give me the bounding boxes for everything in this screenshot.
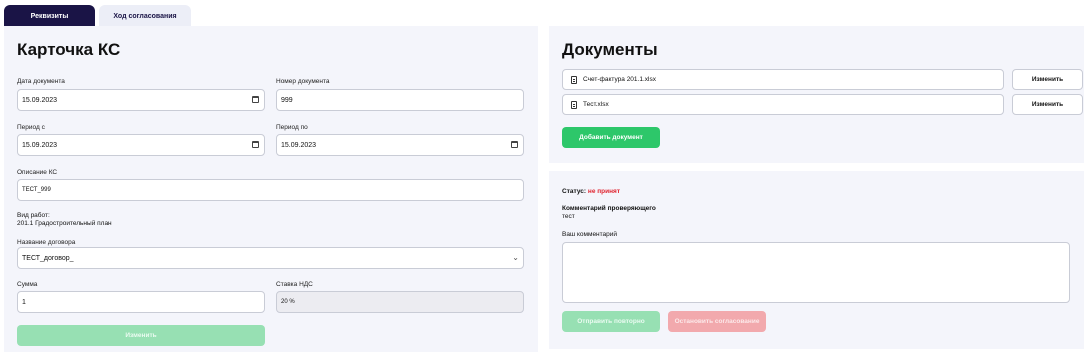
- tab-bar: Реквизиты Ход согласования: [4, 5, 191, 27]
- doc-number-input[interactable]: 999: [276, 89, 524, 111]
- doc-date-value: 15.09.2023: [22, 96, 58, 104]
- period-from-value: 15.09.2023: [22, 141, 58, 149]
- work-type-value: 201.1 Градостроительный план: [17, 220, 112, 227]
- vat-value: 20 %: [281, 299, 295, 305]
- page-title: Карточка КС: [17, 40, 121, 59]
- document-row[interactable]: Счет-фактура 201.1.xlsx: [562, 69, 1004, 90]
- reviewer-comment-label: Комментарий проверяющего: [562, 205, 656, 212]
- calendar-icon[interactable]: [252, 96, 259, 103]
- edit-document-button[interactable]: Изменить: [1012, 69, 1083, 90]
- status-label: Статус:: [562, 188, 587, 195]
- edit-document-button[interactable]: Изменить: [1012, 94, 1083, 115]
- file-icon: [571, 75, 577, 84]
- vat-field: 20 %: [276, 291, 524, 313]
- doc-number-label: Номер документа: [276, 78, 330, 85]
- contract-value: ТЕСТ_договор_: [22, 254, 74, 262]
- edit-card-button[interactable]: Изменить: [17, 325, 265, 346]
- description-input[interactable]: ТЕСТ_999: [17, 179, 524, 201]
- calendar-icon[interactable]: [252, 141, 259, 148]
- period-from-input[interactable]: 15.09.2023: [17, 134, 265, 156]
- document-row[interactable]: Тест.xlsx: [562, 94, 1004, 115]
- period-to-input[interactable]: 15.09.2023: [276, 134, 524, 156]
- amount-input[interactable]: 1: [17, 291, 265, 313]
- file-icon: [571, 100, 577, 109]
- vat-label: Ставка НДС: [276, 281, 313, 288]
- description-label: Описание КС: [17, 169, 58, 176]
- document-name: Счет-фактура 201.1.xlsx: [583, 76, 656, 83]
- resend-button[interactable]: Отправить повторно: [562, 311, 660, 332]
- doc-date-label: Дата документа: [17, 78, 65, 85]
- review-panel: Статус: не принят Комментарий проверяюще…: [549, 171, 1084, 349]
- period-to-value: 15.09.2023: [281, 141, 317, 149]
- document-name: Тест.xlsx: [583, 101, 609, 108]
- description-value: ТЕСТ_999: [22, 187, 51, 193]
- your-comment-label: Ваш комментарий: [562, 231, 618, 238]
- amount-label: Сумма: [17, 281, 38, 288]
- documents-title: Документы: [562, 40, 658, 59]
- tab-approval-progress[interactable]: Ход согласования: [99, 5, 191, 27]
- add-document-button[interactable]: Добавить документ: [562, 127, 660, 148]
- doc-date-input[interactable]: 15.09.2023: [17, 89, 265, 111]
- tab-requisites[interactable]: Реквизиты: [4, 5, 95, 27]
- period-from-label: Период с: [17, 124, 45, 131]
- reviewer-comment: тест: [562, 213, 575, 220]
- your-comment-textarea[interactable]: [562, 242, 1070, 303]
- status-badge: не принят: [587, 188, 621, 195]
- doc-number-value: 999: [281, 96, 293, 104]
- card-ks-panel: Карточка КС Дата документа 15.09.2023 Но…: [4, 26, 538, 352]
- documents-panel: Документы Счет-фактура 201.1.xlsx Измени…: [549, 26, 1084, 163]
- status-line: Статус: не принят: [562, 188, 620, 196]
- chevron-down-icon: ⌄: [512, 253, 519, 262]
- work-type-label: Вид работ:: [17, 212, 50, 219]
- contract-select[interactable]: ТЕСТ_договор_ ⌄: [17, 247, 524, 269]
- amount-value: 1: [22, 298, 26, 306]
- contract-label: Название договора: [17, 239, 76, 246]
- period-to-label: Период по: [276, 124, 308, 131]
- stop-approval-button[interactable]: Остановить согласование: [668, 311, 766, 332]
- calendar-icon[interactable]: [511, 141, 518, 148]
